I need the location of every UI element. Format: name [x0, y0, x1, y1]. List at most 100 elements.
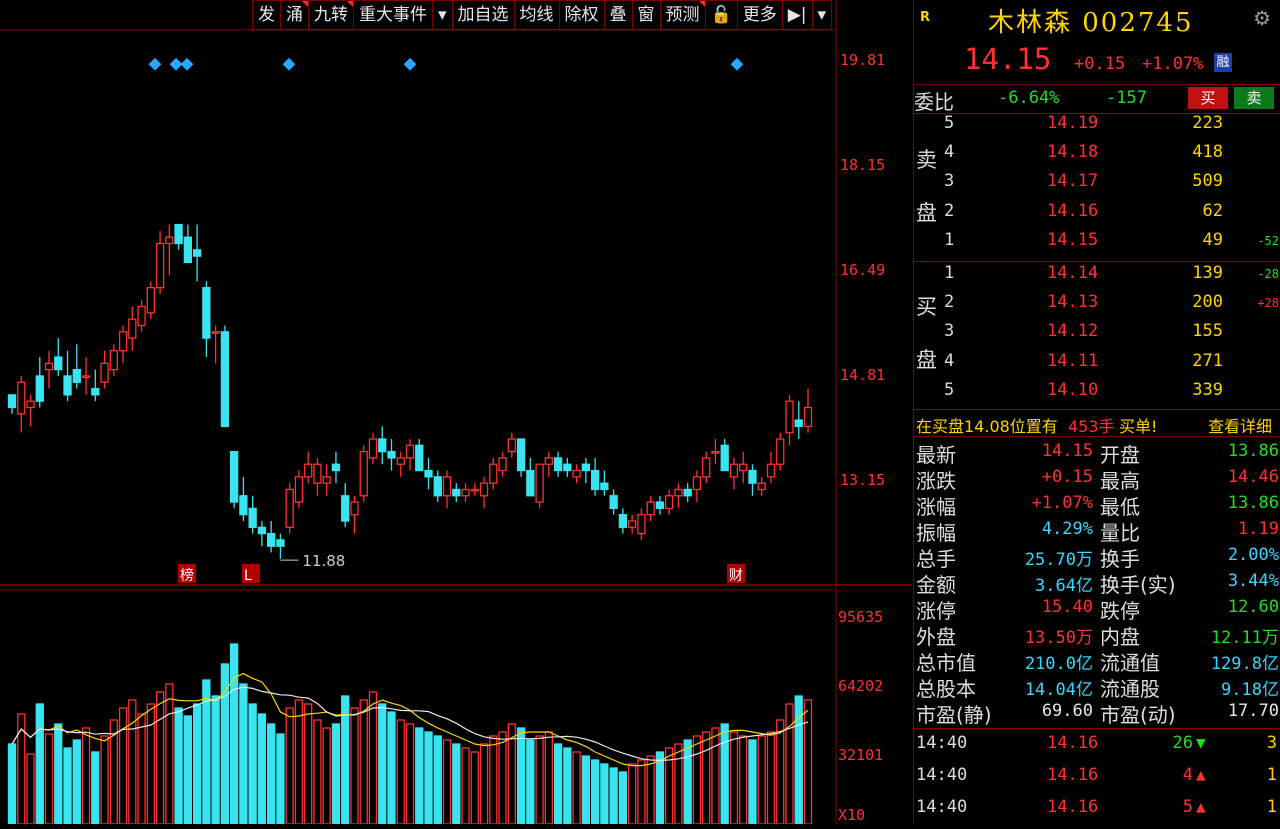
- level-volume: 509: [1192, 171, 1223, 192]
- stat-label: 涨幅: [916, 495, 956, 519]
- volume-bar: [81, 727, 91, 824]
- buy-level-row[interactable]: 4 14.11 271: [914, 351, 1280, 380]
- level-volume: 339: [1192, 379, 1223, 400]
- buy-level-row[interactable]: 2 14.13 200 +28: [914, 292, 1280, 321]
- volume-bar: [304, 703, 313, 824]
- buy-level-row[interactable]: 1 14.14 139 -28: [914, 263, 1280, 292]
- level-delta: -28: [1257, 267, 1279, 281]
- buy-level-row[interactable]: 5 14.10 339: [914, 380, 1280, 409]
- volume-bar: [600, 763, 609, 824]
- price-change: +0.15: [1074, 54, 1126, 74]
- candle-body: [757, 482, 766, 491]
- sell-level-row[interactable]: 3 14.17 509: [914, 171, 1280, 200]
- stats-row: 市盈(静) 69.60 市盈(动) 17.70: [914, 699, 1280, 727]
- ticks-divider: [914, 728, 1280, 729]
- volume-bar: [433, 735, 442, 824]
- candle-body: [720, 444, 729, 472]
- event-marker-label: L: [244, 568, 252, 584]
- notice-detail-link[interactable]: 查看详细: [1208, 413, 1272, 437]
- event-marker-label: 财: [729, 568, 743, 584]
- volume-bar: [35, 703, 44, 824]
- candle-body: [766, 463, 776, 478]
- stat-value: +0.15: [1041, 467, 1093, 487]
- candle-body: [285, 488, 294, 528]
- volume-bar: [72, 739, 81, 824]
- r-badge: R: [920, 10, 931, 25]
- stat-value: 129.8亿: [1210, 654, 1279, 674]
- candle-body: [433, 476, 442, 497]
- volume-bar: [572, 751, 581, 824]
- kline-chart[interactable]: 19.81 18.15 16.49 14.81 13.15 95635 64202 32101…: [0, 0, 912, 824]
- candle-body: [91, 387, 100, 396]
- candle-body: [276, 539, 285, 547]
- volume-bar: [257, 713, 267, 824]
- candle-body: [202, 287, 211, 339]
- margin-badge: 融: [1214, 53, 1232, 72]
- level-price: 14.18: [1047, 142, 1099, 163]
- volume-bar: [627, 763, 637, 824]
- stat-label: 金额: [916, 573, 956, 597]
- candle-body: [665, 495, 674, 510]
- volume-bar: [211, 695, 220, 824]
- volume-bar: [183, 715, 193, 824]
- candle-body: [229, 450, 239, 503]
- level-number: 1: [944, 263, 955, 283]
- volume-bar: [692, 735, 702, 824]
- candle-body: [155, 242, 165, 289]
- candle-body: [535, 463, 544, 503]
- volume-tick-label: 95635: [838, 608, 883, 626]
- volume-bar: [470, 751, 479, 824]
- level-volume: 418: [1192, 142, 1223, 163]
- price-tick-label: 16.49: [840, 261, 885, 279]
- event-diamond-icon: [180, 57, 194, 71]
- sell-level-row[interactable]: 5 14.19 223: [914, 113, 1280, 142]
- volume-bar: [655, 751, 665, 824]
- buy-level-row[interactable]: 3 14.12 155: [914, 321, 1280, 350]
- stats-row: 金额 3.64亿 换手(实) 3.44%: [914, 569, 1280, 597]
- candle-body: [609, 495, 618, 510]
- last-price: 14.15: [964, 42, 1052, 76]
- candle-body: [368, 438, 378, 459]
- level-number: 2: [944, 292, 955, 313]
- volume-bar: [405, 723, 415, 824]
- sell-level-row[interactable]: 1 14.15 49 -52: [914, 230, 1280, 259]
- volume-bar: [498, 731, 507, 824]
- stat-value: 17.70: [1227, 701, 1279, 721]
- candle-body: [220, 331, 230, 428]
- candle-body: [331, 463, 341, 472]
- level-number: 4: [944, 142, 955, 163]
- stat-label: 换手: [1100, 547, 1140, 571]
- volume-bar: [553, 743, 563, 824]
- candle-body: [646, 501, 655, 516]
- price-tick-label: 14.81: [840, 366, 885, 384]
- level-number: 5: [944, 379, 955, 400]
- candle-body: [118, 331, 128, 352]
- candle-body: [304, 463, 313, 478]
- event-diamond-icon: [148, 57, 162, 71]
- tick-time: 14:40: [916, 765, 968, 785]
- event-diamond-icon: [403, 57, 417, 71]
- stat-value: 4.29%: [1041, 519, 1093, 539]
- tick-row: 14:40 14.16 26 ▼ 3: [914, 733, 1280, 765]
- candle-body: [452, 488, 461, 497]
- stats-row: 总市值 210.0亿 流通值 129.8亿: [914, 647, 1280, 675]
- candle-body: [100, 362, 109, 383]
- sell-level-row[interactable]: 4 14.18 418: [914, 142, 1280, 171]
- candle-body: [183, 236, 193, 264]
- volume-bar: [748, 739, 757, 824]
- candle-body: [711, 450, 720, 454]
- gear-icon[interactable]: ⚙: [1253, 6, 1271, 30]
- tick-volume: 4: [1182, 765, 1193, 785]
- volume-bar: [54, 723, 63, 824]
- volume-tick-label: 64202: [838, 677, 883, 695]
- volume-bar: [91, 751, 100, 824]
- level-number: 2: [944, 200, 955, 221]
- candle-body: [341, 495, 350, 522]
- buy-button[interactable]: 买: [1188, 87, 1228, 109]
- volume-bar: [766, 731, 776, 824]
- level-number: 5: [944, 113, 955, 133]
- arrow-up-icon: ▲: [1196, 797, 1206, 816]
- sell-button[interactable]: 卖: [1234, 87, 1274, 109]
- stat-label: 开盘: [1100, 443, 1140, 467]
- sell-level-row[interactable]: 2 14.16 62: [914, 201, 1280, 230]
